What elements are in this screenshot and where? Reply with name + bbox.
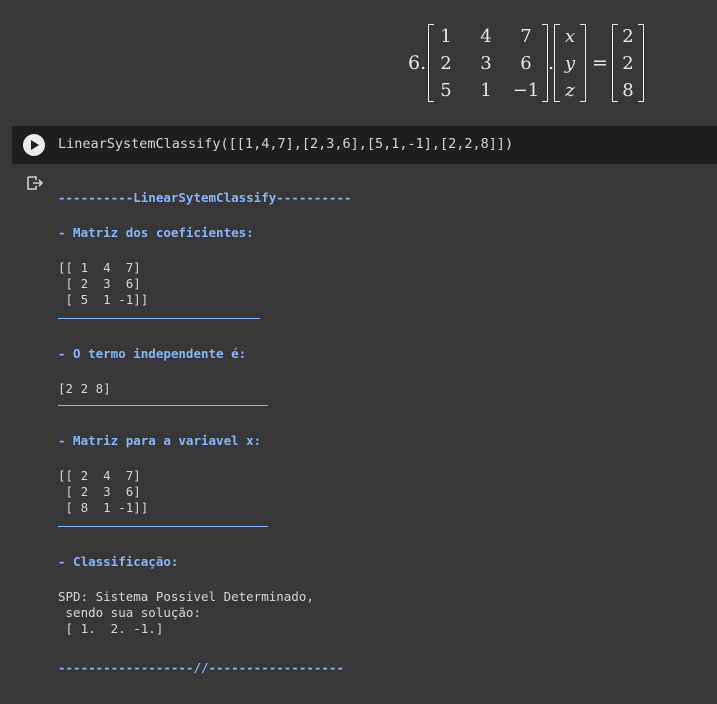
matrix-cell: 1 <box>440 26 452 47</box>
variable-vector: x y z <box>554 22 586 102</box>
output-footer: ------------------//------------------ <box>58 660 344 675</box>
indep-header: - O termo independente é: <box>58 346 247 361</box>
matrix-cell: 3 <box>480 53 492 74</box>
variable-cell: x <box>564 26 576 47</box>
code-cell[interactable]: LinearSystemClassify([[1,4,7],[2,3,6],[5… <box>12 126 717 164</box>
coefficient-matrix: 1 4 7 2 3 6 5 1 −1 <box>428 22 548 102</box>
rhs-vector: 2 2 8 <box>612 22 644 102</box>
output-redirect-icon[interactable] <box>26 175 44 191</box>
output-title: ----------LinearSytemClassify---------- <box>58 190 352 205</box>
math-text-cell: 6. 1 4 7 2 3 6 5 1 −1 . x y z = 2 2 8 <box>0 0 717 122</box>
rhs-cell: 8 <box>622 80 634 101</box>
code-input[interactable]: LinearSystemClassify([[1,4,7],[2,3,6],[5… <box>58 136 513 152</box>
class-text: SPD: Sistema Possivel Determinado, sendo… <box>58 589 314 636</box>
matrix-cell: 1 <box>480 80 492 101</box>
class-header: - Classificação: <box>58 554 179 569</box>
coef-header: - Matriz dos coeficientes: <box>58 225 254 240</box>
indep-vector: [2 2 8] <box>58 381 111 396</box>
matrix-cell: 4 <box>480 26 492 47</box>
run-cell-button[interactable] <box>23 134 45 156</box>
rhs-cell: 2 <box>622 53 634 74</box>
matrix-cell: −1 <box>512 80 540 101</box>
matrix-cell: 6 <box>520 53 532 74</box>
divider <box>58 526 268 527</box>
matrix-cell: 2 <box>440 53 452 74</box>
cell-output: ----------LinearSytemClassify---------- … <box>58 186 698 675</box>
variable-cell: y <box>564 53 576 74</box>
equals-operator: = <box>592 52 608 74</box>
divider <box>58 405 268 406</box>
x-matrix: [[ 2 4 7] [ 2 3 6] [ 8 1 -1]] <box>58 468 149 515</box>
variable-cell: z <box>565 80 575 101</box>
matrix-cell: 5 <box>440 80 452 101</box>
coef-matrix: [[ 1 4 7] [ 2 3 6] [ 5 1 -1]] <box>58 260 149 307</box>
equation-number: 6. <box>408 52 427 74</box>
divider <box>58 318 260 319</box>
rhs-cell: 2 <box>622 26 634 47</box>
x-header: - Matriz para a variavel x: <box>58 433 262 448</box>
matrix-cell: 7 <box>520 26 532 47</box>
